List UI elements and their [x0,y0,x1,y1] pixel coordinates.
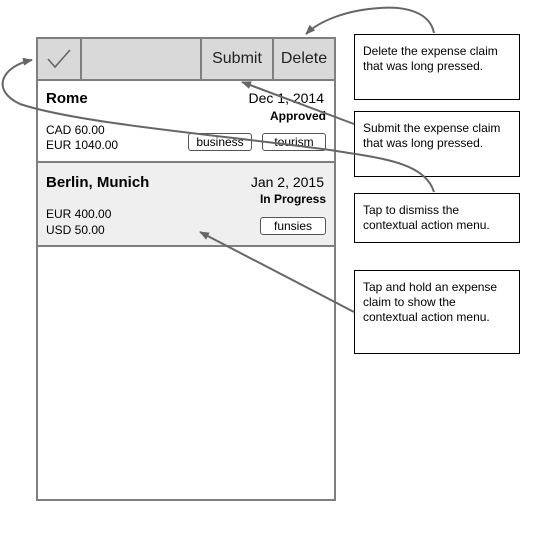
callout-arrows [1,6,435,313]
arrow-submit [241,81,355,125]
arrow-delete [305,6,435,35]
arrow-dismiss [1,57,435,193]
arrow-hold [199,231,355,313]
